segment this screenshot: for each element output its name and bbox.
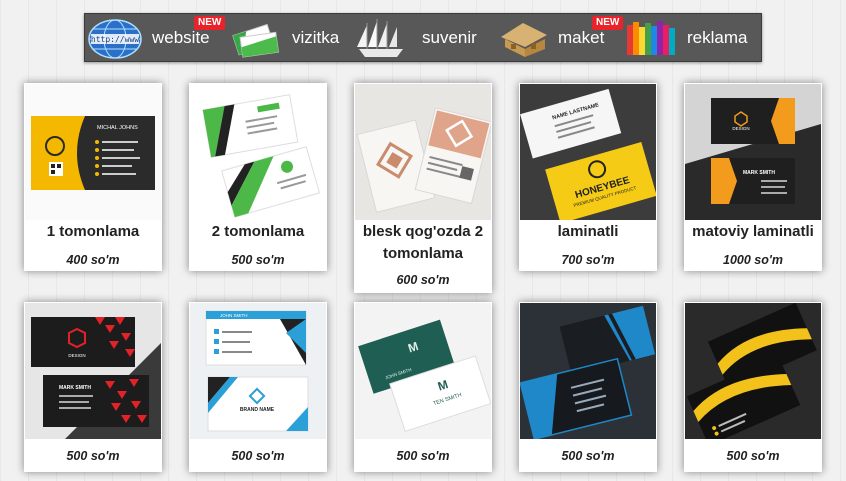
product-price: 1000 so'm (723, 253, 783, 267)
product-price: 500 so'm (231, 253, 285, 267)
nav-label-vizitka: vizitka (292, 28, 340, 47)
card-name-text: JOHN SMITH (220, 313, 248, 318)
product-price: 500 so'm (396, 449, 450, 463)
product-price: 700 so'm (561, 253, 615, 267)
product-image: NAME LASTNAME HONEYBEE PREMIUM QUALITY P… (520, 84, 656, 220)
product-price: 400 so'm (66, 253, 120, 267)
product-price: 500 so'm (66, 449, 120, 463)
svg-text:http://www: http://www (91, 35, 139, 44)
nav-item-maket[interactable]: maket NEW (485, 14, 624, 61)
sailing-ship-icon (357, 19, 403, 57)
product-image (520, 303, 656, 439)
colorful-books-icon (627, 21, 675, 55)
globe-www-icon: http://www (88, 19, 142, 59)
nav-item-reklama[interactable]: reklama (623, 14, 761, 61)
product-card[interactable]: 500 so'm (684, 302, 822, 472)
top-navigation-bar: http://www website NEW vizitka suvenir m… (84, 13, 762, 62)
new-badge: NEW (592, 16, 624, 30)
product-image: MICHAL JOHNS (25, 84, 161, 220)
card-name-text: MARK SMITH (59, 385, 91, 391)
product-card[interactable]: JOHN SMITH BRAND NAME 500 so'm (189, 302, 327, 472)
product-title: 2 tomonlama (211, 223, 305, 240)
product-title: matoviy laminatli (692, 223, 814, 240)
product-card[interactable]: NAME LASTNAME HONEYBEE PREMIUM QUALITY P… (519, 83, 657, 271)
product-card[interactable]: DESIGN MARK SMITH 500 so'm (24, 302, 162, 472)
card-name-text: MICHAL JOHNS (97, 125, 138, 131)
nav-item-vizitka[interactable]: vizitka (225, 14, 353, 61)
product-image: DESIGN MARK SMITH (685, 84, 821, 220)
nav-item-suvenir[interactable]: suvenir (353, 14, 485, 61)
nav-label-suvenir: suvenir (422, 28, 477, 47)
product-image: JOHN SMITH BRAND NAME (190, 303, 326, 439)
product-image: M JOHN SMITH M TEN SMITH (355, 303, 491, 439)
product-card[interactable]: M JOHN SMITH M TEN SMITH 500 so'm (354, 302, 492, 472)
nav-label-reklama: reklama (687, 28, 748, 47)
product-image (685, 303, 821, 439)
product-card[interactable]: DESIGN MARK SMITH matoviy laminatli 1000… (684, 83, 822, 271)
product-card[interactable]: MICHAL JOHNS 1 tomonlama 400 so'm (24, 83, 162, 271)
product-image: DESIGN MARK SMITH (25, 303, 161, 439)
house-model-icon (501, 23, 547, 57)
product-title: 1 tomonlama (46, 223, 140, 240)
product-price: 600 so'm (396, 273, 450, 287)
product-title: laminatli (557, 223, 619, 240)
card-name-text: MARK SMITH (743, 170, 775, 176)
business-cards-icon (232, 23, 280, 58)
new-badge: NEW (194, 16, 226, 30)
product-price: 500 so'm (726, 449, 780, 463)
product-card[interactable]: 2 tomonlama 500 so'm (189, 83, 327, 271)
product-card[interactable]: 500 so'm (519, 302, 657, 472)
product-price: 500 so'm (561, 449, 615, 463)
nav-label-maket: maket (558, 28, 605, 47)
card-brand-text: BRAND NAME (240, 407, 275, 413)
nav-item-website[interactable]: http://www website NEW (85, 14, 226, 61)
product-title: blesk qog'ozda 2 tomonlama (362, 223, 484, 262)
product-image (190, 84, 326, 220)
product-price: 500 so'm (231, 449, 285, 463)
nav-label-website: website (152, 28, 210, 47)
product-image (355, 84, 491, 220)
product-card[interactable]: blesk qog'ozda 2 tomonlama 600 so'm (354, 83, 492, 293)
card-design-text: DESIGN (68, 353, 85, 358)
